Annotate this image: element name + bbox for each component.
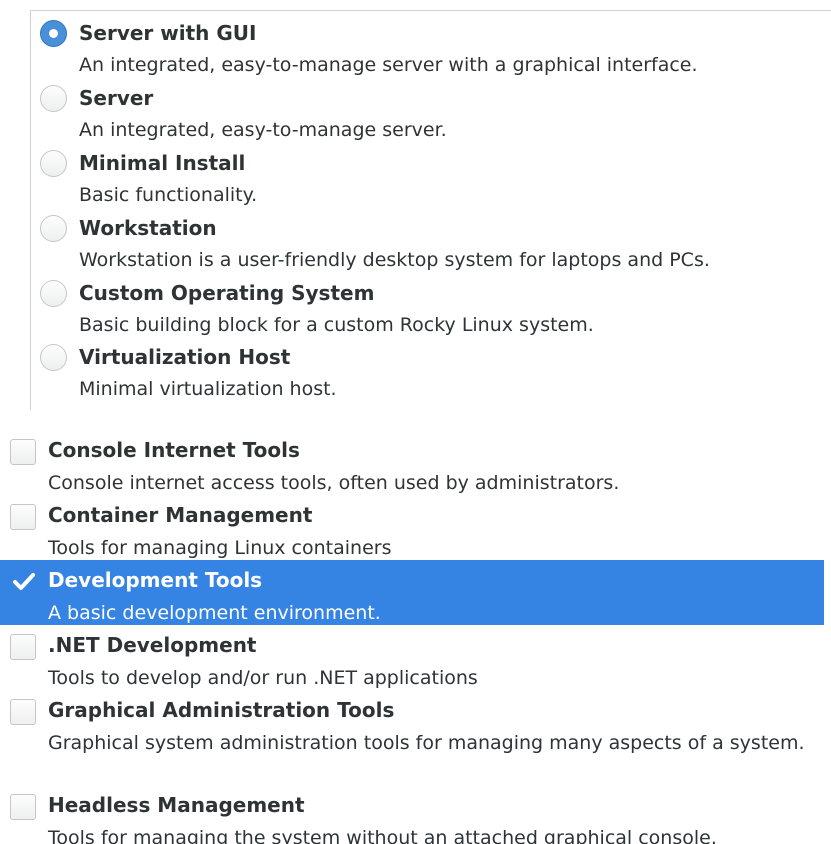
env-item-custom-operating-system[interactable]: Custom Operating System Basic building b…: [31, 271, 821, 336]
addon-title: Headless Management: [48, 793, 305, 817]
env-title: Minimal Install: [79, 151, 246, 175]
env-description: Basic functionality.: [79, 184, 258, 206]
checkmark-icon[interactable]: [10, 569, 36, 595]
checkbox-empty-icon[interactable]: [10, 439, 36, 465]
software-selection: Server with GUI An integrated, easy-to-m…: [0, 0, 831, 844]
env-description: Minimal virtualization host.: [79, 378, 337, 400]
addon-title: .NET Development: [48, 633, 257, 657]
base-environment-list: Server with GUI An integrated, easy-to-m…: [30, 10, 831, 410]
addon-item-container-management[interactable]: Container Management Tools for managing …: [0, 495, 824, 560]
env-item-server-with-gui[interactable]: Server with GUI An integrated, easy-to-m…: [31, 11, 821, 76]
radio-selected-icon[interactable]: [40, 20, 67, 47]
addon-title: Console Internet Tools: [48, 438, 300, 462]
radio-unselected-icon[interactable]: [40, 150, 67, 177]
radio-unselected-icon[interactable]: [40, 344, 67, 371]
env-item-minimal-install[interactable]: Minimal Install Basic functionality.: [31, 141, 821, 206]
checkbox-empty-icon[interactable]: [10, 794, 36, 820]
env-title: Server with GUI: [79, 21, 257, 45]
env-description: An integrated, easy-to-manage server.: [79, 119, 447, 141]
addon-title: Container Management: [48, 503, 313, 527]
addon-description: Tools for managing the system without an…: [48, 827, 717, 844]
addon-description: Tools to develop and/or run .NET applica…: [48, 667, 478, 689]
addon-description: Console internet access tools, often use…: [48, 472, 620, 494]
addon-item-development-tools[interactable]: Development Tools A basic development en…: [0, 560, 824, 625]
addon-title: Development Tools: [48, 568, 263, 592]
env-description: Basic building block for a custom Rocky …: [79, 314, 594, 336]
addon-description: Graphical system administration tools fo…: [48, 732, 805, 754]
addon-item-graphical-administration-tools[interactable]: Graphical Administration Tools Graphical…: [0, 690, 824, 785]
env-description: An integrated, easy-to-manage server wit…: [79, 54, 698, 76]
addon-description: A basic development environment.: [48, 602, 381, 624]
env-title: Server: [79, 86, 154, 110]
env-title: Workstation: [79, 216, 217, 240]
radio-unselected-icon[interactable]: [40, 280, 67, 307]
radio-unselected-icon[interactable]: [40, 85, 67, 112]
radio-unselected-icon[interactable]: [40, 215, 67, 242]
addon-title: Graphical Administration Tools: [48, 698, 395, 722]
env-title: Virtualization Host: [79, 345, 291, 369]
addon-item-console-internet-tools[interactable]: Console Internet Tools Console internet …: [0, 430, 824, 495]
addon-item-headless-management[interactable]: Headless Management Tools for managing t…: [0, 785, 824, 844]
checkmark-icon-glyph: [13, 573, 35, 590]
env-item-server[interactable]: Server An integrated, easy-to-manage ser…: [31, 76, 821, 141]
checkbox-empty-icon[interactable]: [10, 634, 36, 660]
checkbox-empty-icon[interactable]: [10, 699, 36, 725]
addon-item-dotnet-development[interactable]: .NET Development Tools to develop and/or…: [0, 625, 824, 690]
env-item-virtualization-host[interactable]: Virtualization Host Minimal virtualizati…: [31, 335, 821, 400]
env-item-workstation[interactable]: Workstation Workstation is a user-friend…: [31, 206, 821, 271]
env-description: Workstation is a user-friendly desktop s…: [79, 249, 710, 271]
checkbox-empty-icon[interactable]: [10, 504, 36, 530]
addon-description: Tools for managing Linux containers: [48, 537, 392, 559]
env-title: Custom Operating System: [79, 281, 375, 305]
